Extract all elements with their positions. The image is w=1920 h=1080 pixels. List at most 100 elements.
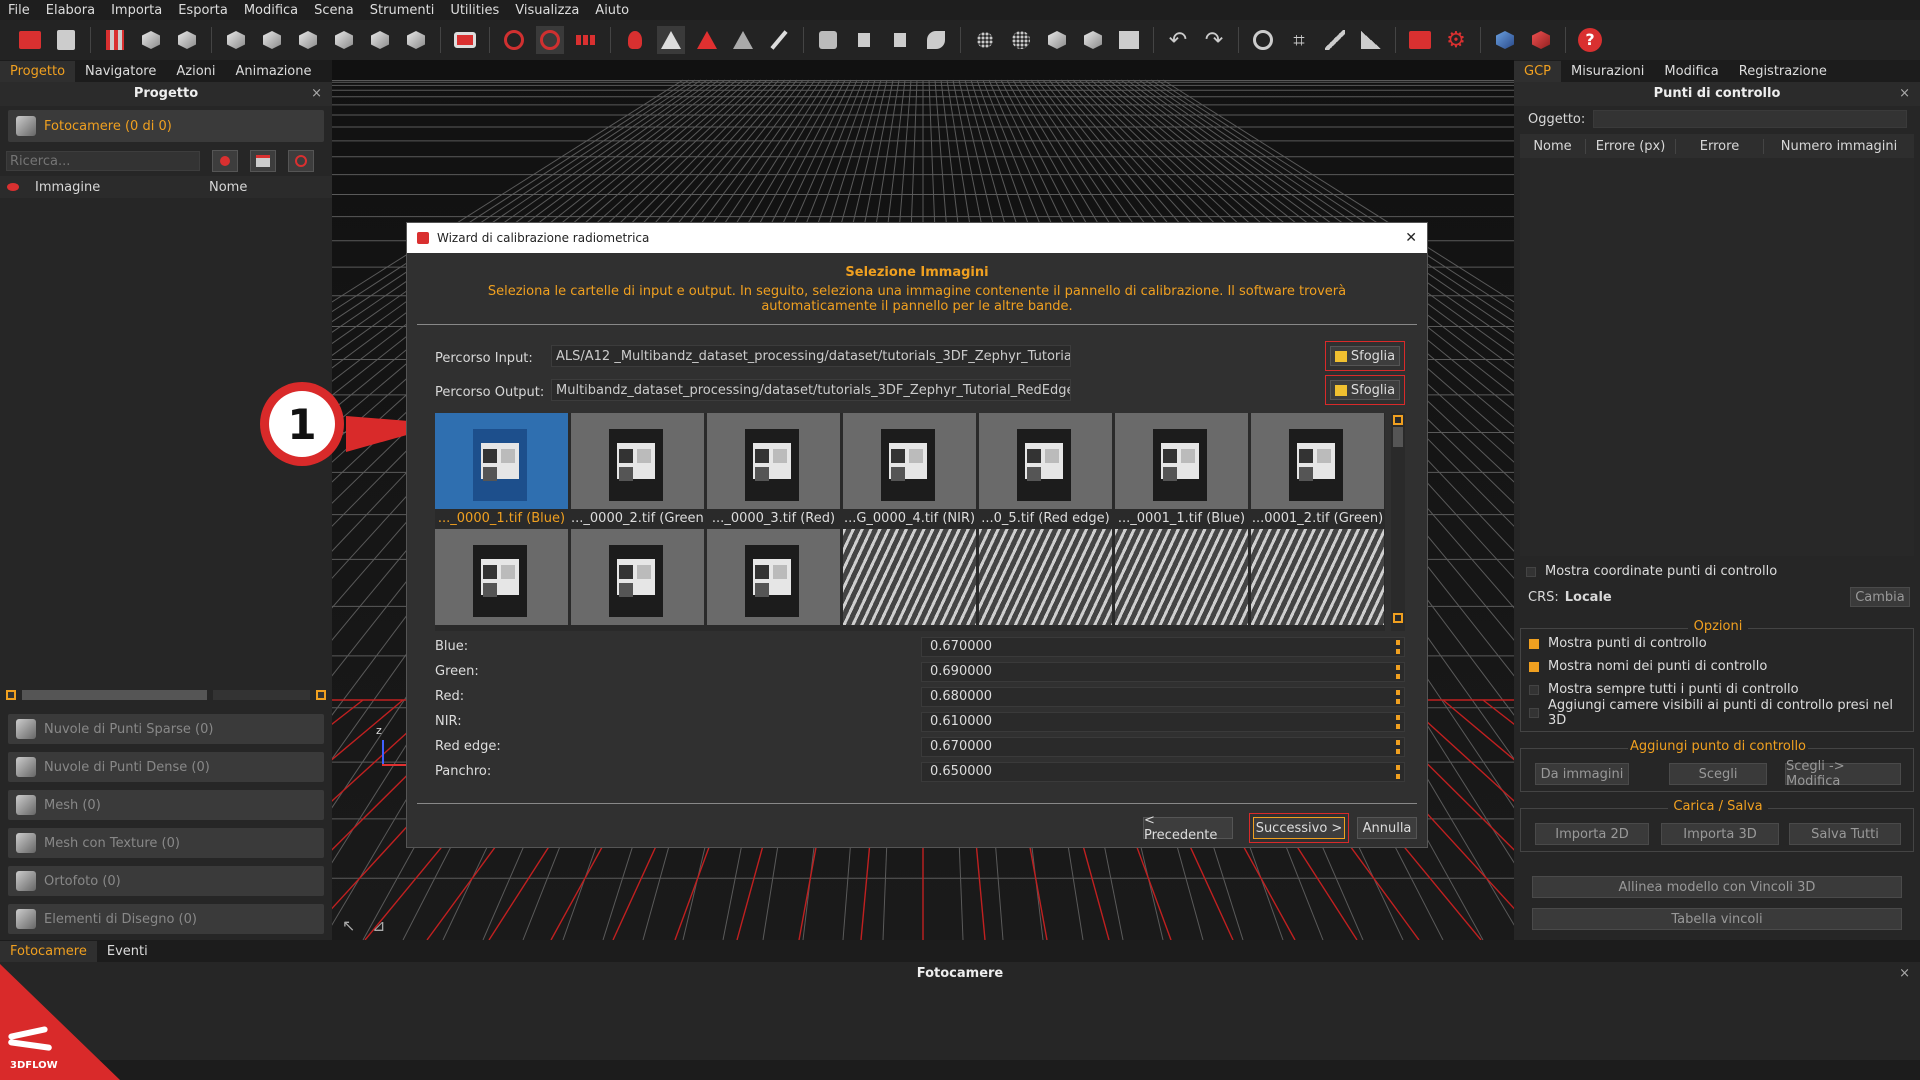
option-checkbox[interactable] xyxy=(1529,661,1539,672)
redo-icon[interactable]: ↷ xyxy=(1200,26,1228,54)
horizontal-scrollbar[interactable] xyxy=(6,688,326,702)
scroll-left-icon[interactable] xyxy=(6,690,16,700)
object-select[interactable] xyxy=(1593,110,1908,128)
filter-clear-icon[interactable] xyxy=(288,150,314,172)
save-icon[interactable] xyxy=(52,26,80,54)
column-image[interactable]: Immagine xyxy=(35,180,209,195)
output-path-field[interactable]: Multibandz_dataset_processing/dataset/tu… xyxy=(551,379,1071,401)
measure-icon[interactable] xyxy=(1321,26,1349,54)
box-red-icon[interactable] xyxy=(1527,26,1555,54)
eye-icon[interactable] xyxy=(7,183,19,191)
mesh-view-icon[interactable] xyxy=(1043,26,1071,54)
light-icon[interactable] xyxy=(621,26,649,54)
scroll-track[interactable] xyxy=(212,690,311,700)
point-cloud-icon[interactable] xyxy=(258,26,286,54)
menu-file[interactable]: File xyxy=(8,3,30,18)
chart-icon[interactable] xyxy=(1357,26,1385,54)
image-thumbnail[interactable]: ...0_5.tif (Red edge) xyxy=(979,413,1112,526)
scroll-down-icon[interactable] xyxy=(1393,613,1403,623)
image-thumbnail[interactable]: ..._0000_3.tif (Red) xyxy=(707,413,840,526)
browse-input-button[interactable]: Sfoglia xyxy=(1330,346,1400,366)
angle-tool-icon[interactable]: ⊿ xyxy=(372,916,385,935)
category-drawing[interactable]: Elementi di Disegno (0) xyxy=(8,904,324,934)
gallery-scrollbar[interactable] xyxy=(1391,413,1405,631)
band-value-blue[interactable]: 0.670000 xyxy=(921,637,1405,657)
category-sparse-cloud[interactable]: Nuvole di Punti Sparse (0) xyxy=(8,714,324,744)
image-thumbnail[interactable]: ..._0001_1.tif (Blue) xyxy=(1115,413,1248,526)
rotate-icon[interactable] xyxy=(500,26,528,54)
spinner-icon[interactable] xyxy=(1396,640,1400,654)
scroll-thumb[interactable] xyxy=(1393,427,1403,447)
category-mesh[interactable]: Mesh (0) xyxy=(8,790,324,820)
show-coords-checkbox[interactable] xyxy=(1526,566,1536,577)
tab-azioni[interactable]: Azioni xyxy=(166,61,225,82)
image-gallery[interactable]: ..._0000_1.tif (Blue) ..._0000_2.tif (Gre… xyxy=(435,413,1385,631)
filter-red-icon[interactable] xyxy=(212,150,238,172)
spinner-icon[interactable] xyxy=(1396,665,1400,679)
option-checkbox[interactable] xyxy=(1529,707,1539,718)
choose-modify-button[interactable]: Scegli -> Modifica xyxy=(1785,759,1901,789)
spinner-icon[interactable] xyxy=(1396,690,1400,704)
dialog-close-icon[interactable]: ✕ xyxy=(1405,230,1417,246)
new-project-icon[interactable] xyxy=(16,26,44,54)
tab-fotocamere[interactable]: Fotocamere xyxy=(0,941,97,962)
menu-elabora[interactable]: Elabora xyxy=(46,3,95,18)
tab-modifica[interactable]: Modifica xyxy=(1654,61,1728,82)
image-thumbnail[interactable] xyxy=(707,529,840,631)
undo-icon[interactable]: ↶ xyxy=(1164,26,1192,54)
points-small-icon[interactable] xyxy=(971,26,999,54)
menu-esporta[interactable]: Esporta xyxy=(178,3,228,18)
textured-mesh-icon[interactable] xyxy=(330,26,358,54)
calendar-icon[interactable] xyxy=(250,150,276,172)
band-value-red[interactable]: 0.680000 xyxy=(921,687,1405,707)
robot-icon[interactable] xyxy=(814,26,842,54)
select-icon[interactable] xyxy=(850,26,878,54)
import-points-icon[interactable] xyxy=(222,26,250,54)
category-textured-mesh[interactable]: Mesh con Texture (0) xyxy=(8,828,324,858)
category-orthophoto[interactable]: Ortofoto (0) xyxy=(8,866,324,896)
help-icon[interactable]: ? xyxy=(1576,26,1604,54)
spinner-icon[interactable] xyxy=(1396,715,1400,729)
box-blue-icon[interactable] xyxy=(1491,26,1519,54)
scroll-thumb[interactable] xyxy=(21,690,207,700)
points-large-icon[interactable] xyxy=(1007,26,1035,54)
align-model-button[interactable]: Allinea modello con Vincoli 3D xyxy=(1532,876,1902,898)
column-errore-px[interactable]: Errore (px) xyxy=(1586,138,1676,154)
column-nome[interactable]: Nome xyxy=(1520,138,1586,154)
menu-importa[interactable]: Importa xyxy=(111,3,162,18)
close-icon[interactable]: × xyxy=(311,82,322,106)
render-wire-icon[interactable] xyxy=(729,26,757,54)
image-thumbnail[interactable] xyxy=(843,529,976,631)
input-path-field[interactable]: ALS/A12 _Multibandz_dataset_processing/d… xyxy=(551,345,1071,367)
import-2d-button[interactable]: Importa 2D xyxy=(1535,823,1649,845)
brush-icon[interactable] xyxy=(765,26,793,54)
image-thumbnail[interactable]: ..._0000_2.tif (Green) xyxy=(571,413,704,526)
option-row[interactable]: Mostra punti di controllo xyxy=(1529,632,1913,655)
cameras-category[interactable]: Fotocamere (0 di 0) xyxy=(8,110,324,142)
tab-misurazioni[interactable]: Misurazioni xyxy=(1561,61,1654,82)
column-name[interactable]: Nome xyxy=(209,180,247,195)
gear-icon[interactable]: ⚙ xyxy=(1442,26,1470,54)
settings-cloud-icon[interactable] xyxy=(402,26,430,54)
column-errore[interactable]: Errore xyxy=(1676,138,1764,154)
camera-icon[interactable] xyxy=(451,26,479,54)
option-checkbox[interactable] xyxy=(1529,684,1539,695)
band-value-red-edge[interactable]: 0.670000 xyxy=(921,737,1405,757)
cancel-button[interactable]: Annulla xyxy=(1357,817,1417,839)
option-row[interactable]: Aggiungi camere visibili ai punti di con… xyxy=(1529,698,1913,728)
save-all-button[interactable]: Salva Tutti xyxy=(1789,823,1901,845)
tab-animazione[interactable]: Animazione xyxy=(226,61,322,82)
scroll-right-icon[interactable] xyxy=(316,690,326,700)
tab-progetto[interactable]: Progetto xyxy=(0,61,76,82)
menu-aiuto[interactable]: Aiuto xyxy=(595,3,629,18)
search-input[interactable] xyxy=(6,151,200,171)
browse-output-button[interactable]: Sfoglia xyxy=(1330,380,1400,400)
ortho-view-icon[interactable] xyxy=(1115,26,1143,54)
column-numero-immagini[interactable]: Numero immagini xyxy=(1764,139,1914,154)
import-3d-button[interactable]: Importa 3D xyxy=(1661,823,1779,845)
scroll-up-icon[interactable] xyxy=(1393,415,1403,425)
image-thumbnail[interactable] xyxy=(435,529,568,631)
option-row[interactable]: Mostra nomi dei punti di controllo xyxy=(1529,655,1913,678)
spinner-icon[interactable] xyxy=(1396,740,1400,754)
tab-navigatore[interactable]: Navigatore xyxy=(75,61,166,82)
